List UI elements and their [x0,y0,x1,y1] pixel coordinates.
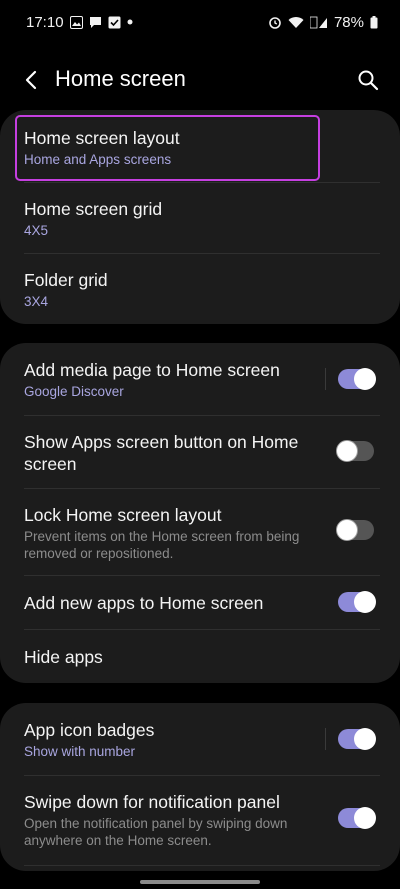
row-title: Add new apps to Home screen [24,593,264,613]
row-description: Prevent items on the Home screen from be… [24,529,300,544]
battery-percent: 78% [333,13,364,31]
status-time: 17:10 [26,13,64,31]
row-title: Show Apps screen button on Home [24,432,299,452]
vertical-separator [325,368,326,390]
row-subtitle: Google Discover [24,384,124,399]
toggle-knob [354,807,376,829]
toggle-knob [354,591,376,613]
alarm-icon [268,15,282,29]
add-new-apps-toggle[interactable] [338,591,376,613]
volte-signal-icon [309,16,328,29]
home-screen-grid-row[interactable]: Home screen grid 4X5 [0,182,400,253]
swipe-down-row[interactable]: Swipe down for notification panel Open t… [0,775,400,865]
hide-apps-row[interactable]: Hide apps [0,629,400,683]
row-description-continued: removed or repositioned. [24,546,174,561]
row-title: Add media page to Home screen [24,360,280,380]
row-title: Hide apps [24,647,103,667]
row-description-continued: anywhere on the Home screen. [24,833,212,848]
apps-button-toggle[interactable] [336,440,374,462]
message-notification-icon [89,16,102,29]
toggle-knob [336,519,358,541]
battery-icon [370,15,378,29]
add-new-apps-row[interactable]: Add new apps to Home screen [0,575,400,629]
toggle-knob [354,368,376,390]
row-title: Swipe down for notification panel [24,792,280,812]
folder-grid-row[interactable]: Folder grid 3X4 [0,253,400,324]
row-subtitle: Show with number [24,744,136,759]
row-title: Lock Home screen layout [24,505,222,525]
row-title: App icon badges [24,720,155,740]
lock-layout-toggle[interactable] [336,519,374,541]
notifications-group: App icon badges Show with number Swipe d… [0,703,400,871]
row-title: Folder grid [24,270,108,290]
vertical-separator [325,728,326,750]
gesture-handle[interactable] [140,880,260,884]
app-icon-badges-row[interactable]: App icon badges Show with number [0,703,400,775]
back-arrow-icon[interactable] [20,68,44,92]
row-subtitle: 4X5 [24,223,49,238]
divider [24,865,380,866]
row-description: Open the notification panel by swiping d… [24,816,288,831]
media-page-row[interactable]: Add media page to Home screen Google Dis… [0,343,400,415]
media-page-toggle[interactable] [338,368,376,390]
row-title: Home screen grid [24,199,163,219]
home-behavior-group: Add media page to Home screen Google Dis… [0,343,400,683]
app-bar: Home screen [0,54,400,106]
swipe-down-toggle[interactable] [338,807,376,829]
more-notifications-dot-icon [127,19,133,25]
toggle-knob [354,728,376,750]
wifi-icon [288,16,304,29]
toggle-knob [336,440,358,462]
page-title: Home screen [55,66,186,91]
highlight-box [15,115,320,181]
lock-layout-row[interactable]: Lock Home screen layout Prevent items on… [0,488,400,575]
task-notification-icon [108,16,121,29]
gallery-notification-icon [69,15,83,29]
row-subtitle: 3X4 [24,294,49,309]
apps-button-row[interactable]: Show Apps screen button on Home screen [0,415,400,488]
search-icon[interactable] [356,68,380,92]
row-title-continued: screen [24,454,77,474]
status-bar: 17:10 78% [0,0,400,44]
app-icon-badges-toggle[interactable] [338,728,376,750]
